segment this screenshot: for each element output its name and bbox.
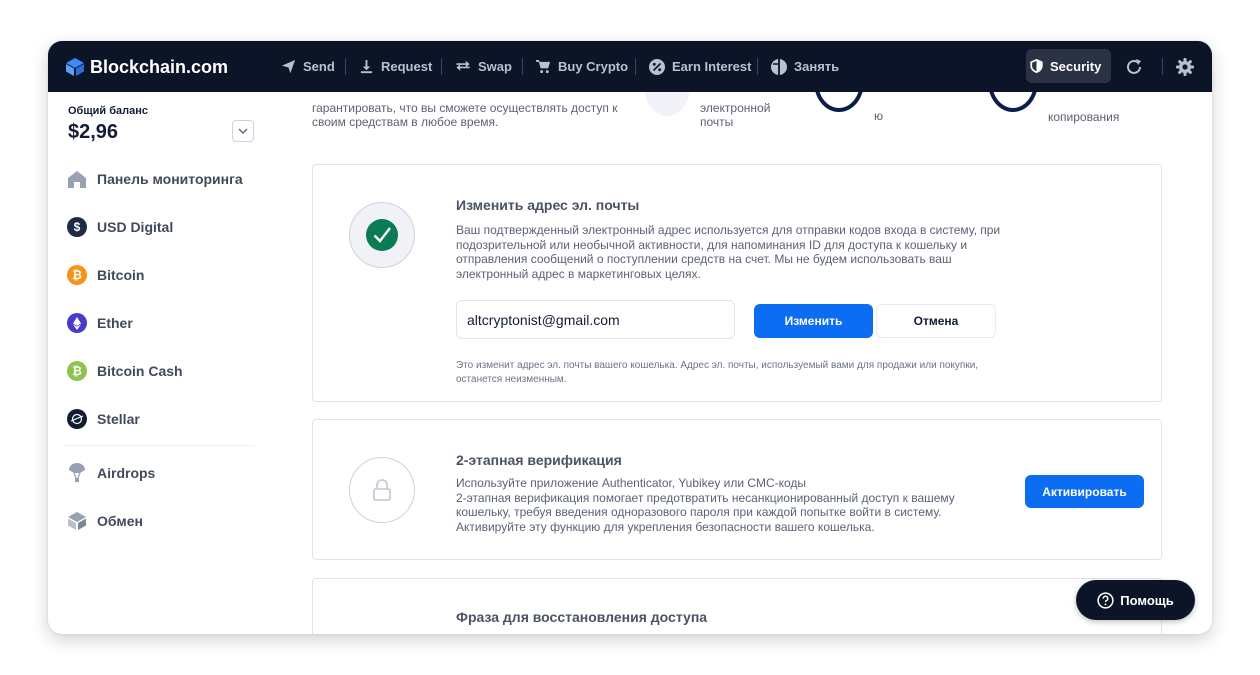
email-verified-badge (349, 202, 415, 268)
nav-buy-crypto-label: Buy Crypto (558, 59, 629, 74)
security-label: Security (1050, 58, 1102, 74)
progress-circle-partial (988, 92, 1038, 112)
sidebar-item-label: USD Digital (97, 219, 174, 235)
sidebar-item-label: Ether (97, 315, 133, 331)
sidebar-item-bitcoin-cash[interactable]: ₿ Bitcoin Cash (66, 358, 183, 384)
main-content: гарантировать, что вы сможете осуществля… (268, 92, 1212, 634)
help-button[interactable]: Помощь (1076, 580, 1195, 620)
sidebar-item-airdrops[interactable]: Airdrops (66, 460, 155, 486)
nav-request-label: Request (381, 59, 433, 74)
nav-divider (522, 58, 523, 75)
blockchain-logo-icon (66, 58, 84, 76)
home-icon (66, 168, 88, 190)
sidebar-item-dashboard[interactable]: Панель мониторинга (66, 166, 243, 192)
partial-text-line: почты (700, 115, 734, 129)
balance-dropdown-button[interactable] (232, 120, 254, 142)
change-email-card: Изменить адрес эл. почты Ваш подтвержден… (312, 164, 1162, 402)
two-step-verification-card: 2-этапная верификация Используйте прилож… (312, 419, 1162, 560)
recovery-phrase-card: Фраза для восстановления доступа (312, 578, 1162, 634)
progress-circle-partial (644, 92, 690, 116)
chevron-down-icon (238, 128, 248, 134)
activate-button[interactable]: Активировать (1025, 475, 1144, 508)
nav-send-label: Send (303, 59, 335, 74)
progress-circle-partial (814, 92, 864, 112)
shield-icon (1030, 59, 1043, 73)
nav-borrow-label: Занять (794, 59, 840, 74)
nav-earn-interest-label: Earn Interest (672, 59, 752, 74)
stellar-icon (66, 408, 88, 430)
checkmark-icon (366, 219, 398, 251)
security-button[interactable]: Security (1026, 49, 1111, 83)
partial-text: электронной почты (700, 101, 770, 129)
sidebar-item-label: Панель мониторинга (97, 171, 243, 187)
ether-icon (66, 312, 88, 334)
change-email-title: Изменить адрес эл. почты (456, 197, 640, 213)
cart-icon (536, 59, 551, 74)
partial-text-line: гарантировать, что вы сможете осуществля… (312, 101, 618, 115)
two-step-badge (349, 457, 415, 523)
sidebar-item-bitcoin[interactable]: ₿ Bitcoin (66, 262, 144, 288)
sidebar-item-label: Bitcoin (97, 267, 145, 283)
usd-digital-icon: $ (66, 216, 88, 238)
help-label: Помощь (1120, 592, 1174, 608)
partial-text-line: электронной (700, 101, 771, 115)
cancel-button[interactable]: Отмена (876, 304, 996, 338)
lock-icon (373, 479, 391, 501)
nav-divider (635, 58, 636, 75)
send-icon (281, 59, 296, 74)
nav-borrow[interactable]: Занять (771, 41, 839, 92)
email-field[interactable] (456, 300, 735, 339)
partial-text: ю (874, 109, 883, 123)
nav-swap-label: Swap (478, 59, 512, 74)
refresh-icon[interactable] (1123, 56, 1145, 78)
two-step-title: 2-этапная верификация (456, 452, 622, 468)
security-progress-partial: гарантировать, что вы сможете осуществля… (268, 92, 1212, 142)
nav-divider (757, 58, 758, 75)
bitcoin-icon: ₿ (66, 264, 88, 286)
borrow-icon (771, 58, 787, 75)
percent-icon (649, 58, 665, 75)
sidebar-item-exchange[interactable]: Обмен (66, 508, 143, 534)
partial-text: гарантировать, что вы сможете осуществля… (312, 101, 617, 129)
sidebar-item-usd-digital[interactable]: $ USD Digital (66, 214, 173, 240)
brand-logo[interactable]: Blockchain.com (66, 55, 228, 79)
gear-icon[interactable] (1174, 56, 1196, 78)
change-email-description: Ваш подтвержденный электронный адрес исп… (456, 223, 1001, 281)
two-step-description-line: Используйте приложение Authenticator, Yu… (456, 476, 807, 490)
nav-divider (345, 58, 346, 75)
nav-swap[interactable]: Swap (455, 41, 512, 92)
nav-divider (1162, 58, 1163, 75)
top-navigation-bar: Blockchain.com Send Request Swap Buy Cry… (48, 41, 1212, 92)
swap-icon (456, 60, 470, 71)
recovery-phrase-title: Фраза для восстановления доступа (456, 609, 708, 625)
two-step-description-line: 2-этапная верификация помогает предотвра… (456, 490, 955, 534)
total-balance-label: Общий баланс (68, 105, 148, 117)
download-icon (360, 59, 373, 74)
change-email-button[interactable]: Изменить (754, 304, 873, 338)
sidebar-divider (64, 445, 254, 446)
sidebar-item-ether[interactable]: Ether (66, 310, 133, 336)
partial-text-line: своим средствам в любое время. (312, 115, 499, 129)
exchange-icon (66, 510, 88, 532)
app-window: Blockchain.com Send Request Swap Buy Cry… (48, 41, 1212, 634)
sidebar-item-label: Stellar (97, 411, 140, 427)
nav-divider (441, 58, 442, 75)
question-icon (1097, 591, 1114, 609)
sidebar-item-label: Airdrops (97, 465, 156, 481)
parachute-icon (66, 462, 88, 484)
partial-text: копирования (1048, 110, 1120, 124)
nav-earn-interest[interactable]: Earn Interest (649, 41, 751, 92)
two-step-description: Используйте приложение Authenticator, Yu… (456, 476, 1001, 534)
sidebar-item-label: Обмен (97, 513, 143, 529)
nav-send[interactable]: Send (281, 41, 335, 92)
nav-buy-crypto[interactable]: Buy Crypto (536, 41, 628, 92)
sidebar-item-label: Bitcoin Cash (97, 363, 183, 379)
change-email-note: Это изменит адрес эл. почты вашего кошел… (456, 360, 979, 385)
nav-request[interactable]: Request (359, 41, 432, 92)
total-balance-value: $2,96 (68, 121, 119, 143)
sidebar: Общий баланс $2,96 Панель мониторинга $ … (48, 92, 268, 634)
brand-name: Blockchain.com (90, 56, 229, 77)
bitcoin-cash-icon: ₿ (66, 360, 88, 382)
sidebar-item-stellar[interactable]: Stellar (66, 406, 140, 432)
